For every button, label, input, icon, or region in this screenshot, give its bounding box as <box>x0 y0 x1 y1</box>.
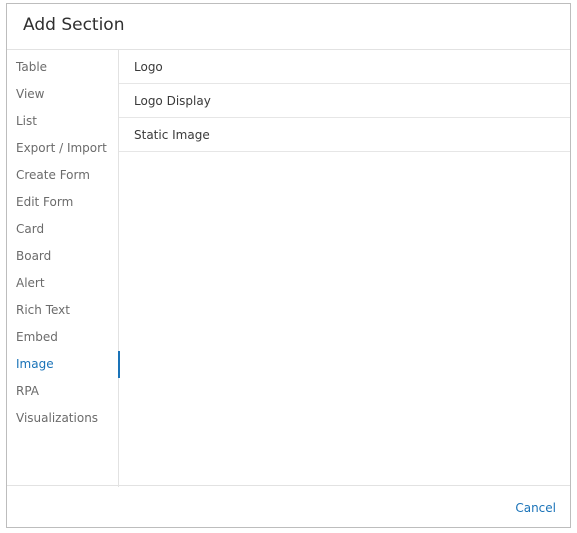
section-item-logo-display[interactable]: Logo Display <box>119 84 570 118</box>
dialog-footer: Cancel <box>7 485 570 527</box>
section-item-static-image[interactable]: Static Image <box>119 118 570 152</box>
category-item-card[interactable]: Card <box>7 216 118 243</box>
category-item-create-form[interactable]: Create Form <box>7 162 118 189</box>
category-item-alert[interactable]: Alert <box>7 270 118 297</box>
dialog-body: Table View List Export / Import Create F… <box>7 50 570 487</box>
category-item-rich-text[interactable]: Rich Text <box>7 297 118 324</box>
section-list: Logo Logo Display Static Image <box>119 50 570 152</box>
category-item-export-import[interactable]: Export / Import <box>7 135 118 162</box>
category-list: Table View List Export / Import Create F… <box>7 50 120 487</box>
category-item-edit-form[interactable]: Edit Form <box>7 189 118 216</box>
category-item-visualizations[interactable]: Visualizations <box>7 405 118 432</box>
dialog-title: Add Section <box>23 15 125 35</box>
category-item-list[interactable]: List <box>7 108 118 135</box>
section-item-logo[interactable]: Logo <box>119 50 570 84</box>
cancel-button[interactable]: Cancel <box>515 500 556 516</box>
category-item-view[interactable]: View <box>7 81 118 108</box>
add-section-dialog: Add Section Table View List Export / Imp… <box>6 3 571 528</box>
category-item-embed[interactable]: Embed <box>7 324 118 351</box>
dialog-header: Add Section <box>7 4 570 50</box>
category-item-image[interactable]: Image <box>7 351 120 378</box>
category-item-rpa[interactable]: RPA <box>7 378 118 405</box>
category-item-board[interactable]: Board <box>7 243 118 270</box>
category-item-table[interactable]: Table <box>7 54 118 81</box>
